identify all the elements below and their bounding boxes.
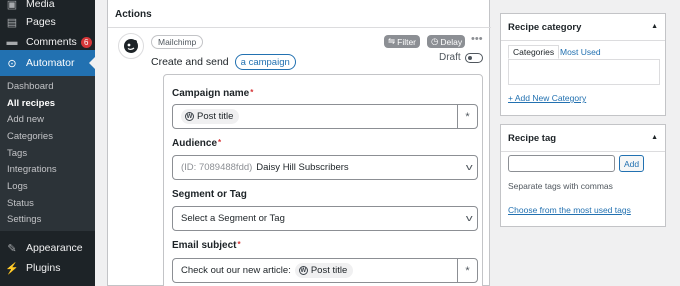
post-title-token[interactable]: W Post title [181,109,240,124]
recipe-tag-title: Recipe tag [508,133,557,144]
segment-label: Segment or Tag [172,189,247,200]
delay-button[interactable]: ◷ Delay [427,35,465,48]
more-options-icon[interactable]: ••• [471,33,483,45]
submenu-integrations[interactable]: Integrations [0,161,95,178]
email-subject-label: Email subject* [172,240,241,251]
comments-count-badge: 6 [80,36,92,48]
automator-icon: ⊙ [7,57,17,70]
menu-pages[interactable]: ▤ Pages [0,12,95,32]
submenu-dashboard[interactable]: Dashboard [0,78,95,95]
collapse-caret-icon[interactable]: ▲ [651,134,658,141]
menu-plugins-label: Plugins [26,262,61,274]
menu-comments[interactable]: ▬ Comments 6 [0,32,95,52]
category-checklist[interactable] [508,59,660,85]
campaign-name-label: Campaign name* [172,88,254,99]
plugins-icon: ⚡ [5,262,19,275]
menu-appearance[interactable]: ✎ Appearance [0,238,95,258]
audience-select[interactable]: (ID: 7089488fdd) Daisy Hill Subscribers … [172,155,478,180]
draft-label: Draft [439,52,461,63]
divider [501,151,665,152]
divider [501,40,665,41]
menu-automator[interactable]: ⊙ Automator [0,50,95,76]
add-new-category-link[interactable]: + Add New Category [508,93,586,103]
draft-status: Draft [439,52,483,63]
segment-select[interactable]: Select a Segment or Tag v [172,206,478,231]
campaign-name-field[interactable]: W Post title * [172,104,478,129]
submenu-categories[interactable]: Categories [0,128,95,145]
tag-input[interactable] [508,155,615,172]
audience-value: Daisy Hill Subscribers [256,162,349,173]
appearance-icon: ✎ [7,242,17,255]
automator-submenu: Dashboard All recipes Add new Categories… [0,76,95,231]
menu-appearance-label: Appearance [26,242,83,254]
email-subject-prefix: Check out our new article: [181,265,291,276]
recipe-category-title: Recipe category [508,22,582,33]
chevron-down-icon: v [465,162,473,172]
wordpress-icon: W [298,266,308,275]
mailchimp-logo-icon [118,33,144,59]
menu-automator-label: Automator [26,57,75,69]
campaign-token[interactable]: a campaign [234,54,296,70]
filter-icon: ⇋ [388,36,396,46]
wordpress-icon: W [185,112,194,121]
delay-label: Delay [440,36,463,47]
recipe-tag-box: Recipe tag ▲ Add Separate tags with comm… [500,124,666,227]
choose-tags-link[interactable]: Choose from the most used tags [508,205,631,215]
action-sentence: Create and send a campaign [151,54,296,70]
filter-label: Filter [397,36,417,47]
clock-icon: ◷ [431,36,439,46]
action-fields-form: Campaign name* W Post title * Audience* … [163,74,483,286]
collapse-caret-icon[interactable]: ▲ [651,23,658,30]
submenu-all-recipes[interactable]: All recipes [0,95,95,112]
actions-panel: Actions Mailchimp ⇋ Filter ◷ Delay ••• C… [107,0,491,286]
recipe-category-box: Recipe category ▲ Categories Most Used +… [500,13,666,116]
tag-hint: Separate tags with commas [508,181,613,191]
segment-placeholder: Select a Segment or Tag [181,213,285,224]
menu-comments-label: Comments [26,36,77,48]
comments-icon: ▬ [6,36,18,48]
add-tag-button[interactable]: Add [619,155,644,172]
integration-tag: Mailchimp [151,35,204,49]
chevron-down-icon: v [465,213,473,223]
tab-categories[interactable]: Categories [508,45,560,59]
audience-label: Audience* [172,138,222,149]
live-toggle[interactable] [464,52,483,63]
submenu-status[interactable]: Status [0,195,95,212]
email-subject-field[interactable]: Check out our new article: W Post title … [172,258,478,283]
submenu-add-new[interactable]: Add new [0,111,95,128]
divider [108,27,491,28]
token-picker-button[interactable]: * [457,259,477,282]
action-sentence-text: Create and send [151,56,229,68]
audience-id: (ID: 7089488fdd) [181,162,253,173]
post-title-token[interactable]: W Post title [294,263,354,278]
token-picker-button[interactable]: * [457,105,477,128]
submenu-logs[interactable]: Logs [0,178,95,195]
tab-most-used[interactable]: Most Used [556,45,605,59]
menu-plugins[interactable]: ⚡ Plugins [0,258,95,278]
menu-media-label: Media [26,0,55,10]
menu-pages-label: Pages [26,16,56,28]
submenu-tags[interactable]: Tags [0,145,95,162]
admin-sidebar: ▣ Media ▤ Pages ▬ Comments 6 ⊙ Automator… [0,0,95,286]
pages-icon: ▤ [6,16,18,29]
filter-button[interactable]: ⇋ Filter [384,35,420,48]
submenu-settings[interactable]: Settings [0,212,95,229]
media-icon: ▣ [6,0,18,11]
actions-title: Actions [115,9,152,20]
